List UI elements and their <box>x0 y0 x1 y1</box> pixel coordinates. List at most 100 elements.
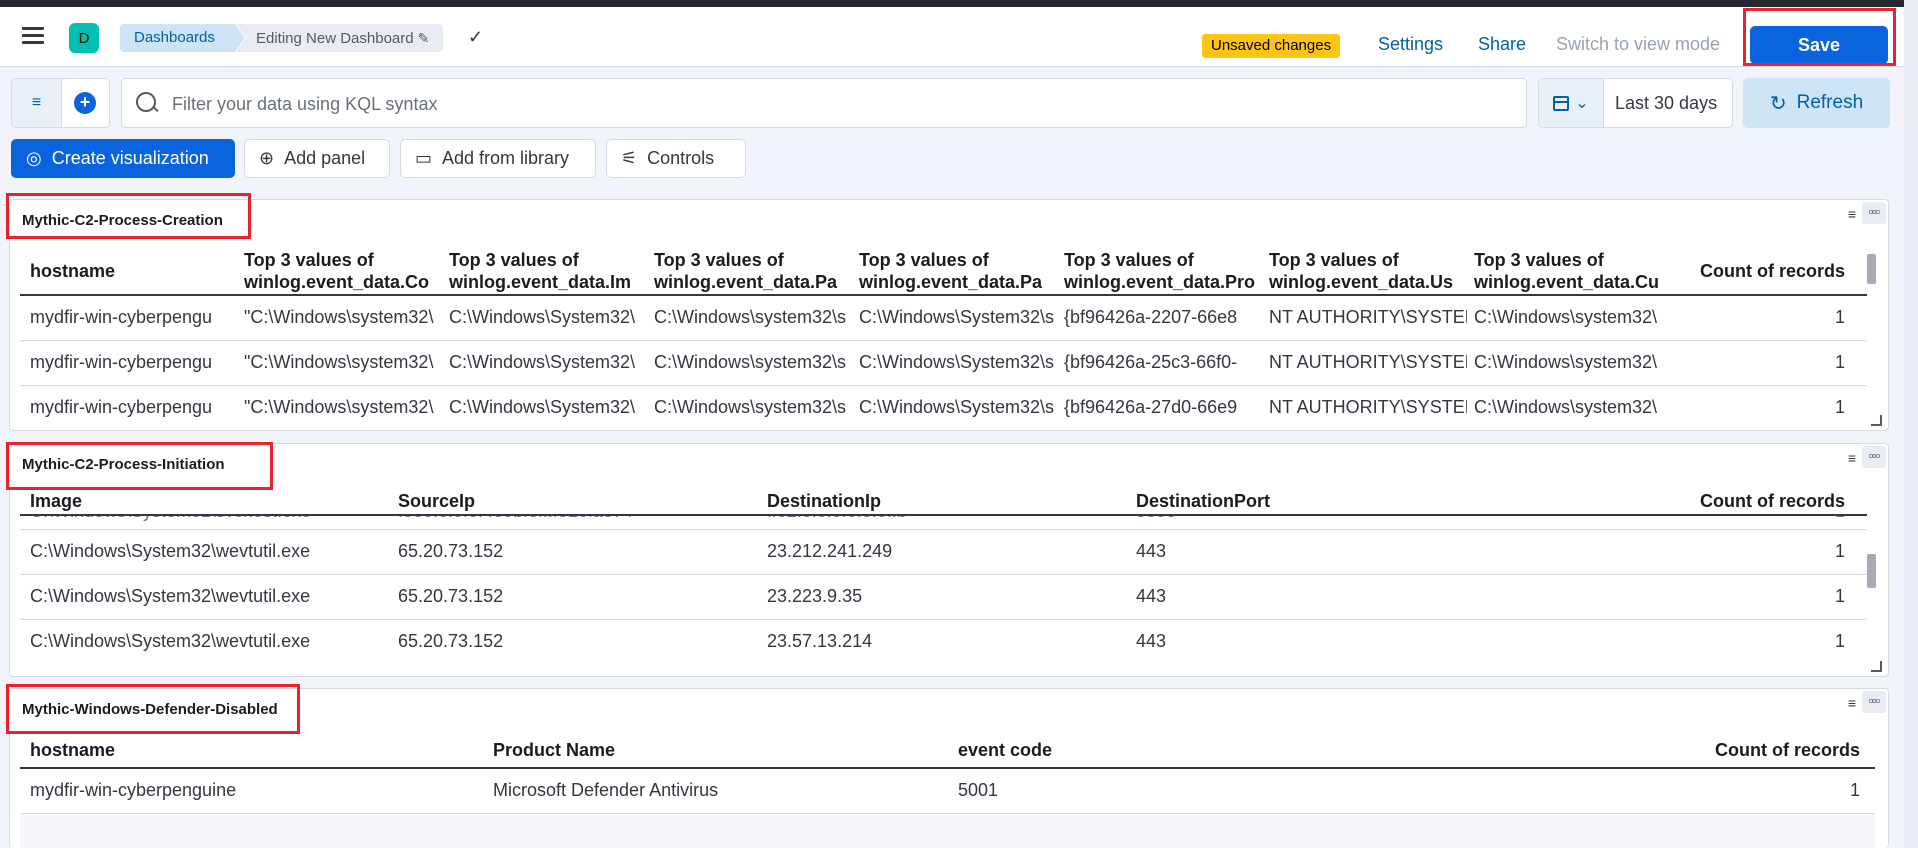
table-cell: 23.57.13.214 <box>767 631 873 651</box>
more-icon[interactable]: ▫▫▫ <box>1862 446 1886 468</box>
column-header[interactable]: Top 3 values of winlog.event_data.Cu <box>1474 249 1664 293</box>
table-cell: 65.20.73.152 <box>398 631 504 651</box>
panel-process-initiation: Mythic-C2-Process-Initiation ≡ ▫▫▫ C:\Wi… <box>9 443 1889 677</box>
table-row[interactable]: mydfir-win-cyberpenguine Microsoft Defen… <box>20 769 1875 814</box>
table-cell: C:\Windows\system32\s <box>654 352 847 372</box>
column-header[interactable]: Top 3 values of winlog.event_data.Pro <box>1064 249 1258 293</box>
refresh-icon: ↻ <box>1769 92 1787 115</box>
table-cell: {bf96426a-25c3-66f0- <box>1064 352 1238 372</box>
calendar-icon <box>1553 95 1570 111</box>
table-row[interactable]: C:\Windows\System32\wevtutil.exe 65.20.7… <box>20 620 1875 665</box>
space-avatar[interactable]: D <box>69 23 99 53</box>
column-header[interactable]: hostname <box>30 260 220 282</box>
column-header[interactable]: hostname <box>30 739 470 761</box>
switch-view-link[interactable]: Switch to view mode <box>1556 34 1720 55</box>
table-cell: NT AUTHORITY\SYSTEM <box>1269 352 1467 372</box>
column-header[interactable]: Image <box>30 490 390 512</box>
calendar-button[interactable]: ⌄ <box>1539 79 1604 127</box>
table-row[interactable]: mydfir-win-cyberpengu "C:\Windows\system… <box>20 296 1875 341</box>
table-header: hostname Product Name event code Count o… <box>20 733 1875 769</box>
plus-circle-icon: ⊕ <box>259 148 275 168</box>
column-header[interactable]: Top 3 values of winlog.event_data.Co <box>244 249 434 293</box>
filter-icon[interactable]: ≡ <box>12 79 62 127</box>
more-icon[interactable]: ▫▫▫ <box>1862 691 1886 713</box>
date-picker: ⌄ Last 30 days <box>1538 78 1733 128</box>
filter-icon[interactable]: ≡ <box>1848 450 1856 466</box>
table-cell: C:\Windows\system32\s <box>654 307 847 327</box>
table-row[interactable]: C:\Windows\System32\wevtutil.exe 65.20.7… <box>20 530 1875 575</box>
resize-handle[interactable] <box>1871 415 1882 426</box>
table-cell: 65.20.73.152 <box>398 586 504 606</box>
table-cell: C:\Windows\System32\ <box>449 307 636 327</box>
breadcrumb-current: Editing New Dashboard ✎ <box>236 24 444 52</box>
breadcrumb-dashboards[interactable]: Dashboards <box>120 24 245 52</box>
column-header[interactable]: Count of records <box>1650 490 1845 512</box>
scrollbar-thumb[interactable] <box>1867 554 1876 588</box>
column-header[interactable]: Top 3 values of winlog.event_data.Im <box>449 249 639 293</box>
table-cell: "C:\Windows\system32\ <box>244 352 434 372</box>
table-row[interactable]: mydfir-win-cyberpengu "C:\Windows\system… <box>20 386 1875 430</box>
table-cell: Microsoft Defender Antivirus <box>493 780 719 800</box>
save-button[interactable]: Save <box>1750 26 1888 64</box>
add-filter-icon[interactable]: + <box>74 92 96 114</box>
add-panel-button[interactable]: ⊕ Add panel <box>244 139 390 178</box>
table-scrollbar[interactable] <box>1867 248 1876 418</box>
column-header[interactable]: Count of records <box>1650 260 1845 282</box>
filter-icon[interactable]: ≡ <box>1848 695 1856 711</box>
table-cell: NT AUTHORITY\SYSTEM <box>1269 307 1467 327</box>
table-cell: 1 <box>1849 780 1860 800</box>
column-header[interactable]: DestinationPort <box>1136 490 1496 512</box>
table-cell: mydfir-win-cyberpengu <box>30 397 213 417</box>
table-cell: C:\Windows\system32\ <box>1474 307 1658 327</box>
column-header[interactable]: Top 3 values of winlog.event_data.Us <box>1269 249 1463 293</box>
top-strip <box>0 0 1918 7</box>
panel-title: Mythic-C2-Process-Creation <box>22 212 223 229</box>
column-header[interactable]: Top 3 values of winlog.event_data.Pa <box>654 249 844 293</box>
settings-link[interactable]: Settings <box>1378 34 1443 55</box>
filter-icon[interactable]: ≡ <box>1848 206 1856 222</box>
column-header[interactable]: event code <box>958 739 1398 761</box>
scrollbar-thumb[interactable] <box>1867 254 1876 284</box>
controls-button[interactable]: ⚟ Controls <box>606 139 746 178</box>
table-cell: {bf96426a-2207-66e8 <box>1064 307 1238 327</box>
add-from-library-button[interactable]: ▭ Add from library <box>400 139 596 178</box>
table-cell: C:\Windows\System32\s <box>859 352 1055 372</box>
resize-handle[interactable] <box>1871 661 1882 672</box>
controls-icon: ⚟ <box>621 148 638 168</box>
data-table: C:\Windows\System32\svchost.exe fe80:0:0… <box>20 488 1875 676</box>
refresh-button[interactable]: ↻ Refresh <box>1743 78 1890 128</box>
refresh-label: Refresh <box>1796 92 1864 113</box>
page-scrollbar[interactable] <box>1904 0 1918 848</box>
date-range[interactable]: Last 30 days <box>1615 93 1717 114</box>
share-link[interactable]: Share <box>1478 34 1526 55</box>
unsaved-badge: Unsaved changes <box>1202 34 1341 58</box>
data-table: hostname Top 3 values of winlog.event_da… <box>20 246 1875 430</box>
check-icon[interactable]: ✓ <box>468 27 483 48</box>
data-table: hostname Product Name event code Count o… <box>20 733 1875 848</box>
create-visualization-button[interactable]: ◎ Create visualization <box>11 139 235 178</box>
table-row[interactable]: mydfir-win-cyberpengu "C:\Windows\system… <box>20 341 1875 386</box>
table-cell: C:\Windows\System32\wevtutil.exe <box>30 586 311 606</box>
table-cell: C:\Windows\System32\ <box>449 352 636 372</box>
table-scrollbar[interactable] <box>1867 488 1876 663</box>
table-cell: 23.212.241.249 <box>767 541 893 561</box>
table-cell: 1 <box>1834 397 1845 417</box>
panel-title: Mythic-C2-Process-Initiation <box>22 456 225 473</box>
table-cell: C:\Windows\system32\ <box>1474 352 1658 372</box>
table-cell: {bf96426a-27d0-66e9 <box>1064 397 1238 417</box>
column-header[interactable]: Product Name <box>493 739 933 761</box>
kql-input[interactable] <box>170 91 1474 117</box>
column-header[interactable]: SourceIp <box>398 490 758 512</box>
menu-icon[interactable] <box>22 27 44 45</box>
panel-process-creation: Mythic-C2-Process-Creation ≡ ▫▫▫ hostnam… <box>9 199 1889 431</box>
table-cell: 23.223.9.35 <box>767 586 863 606</box>
column-header[interactable]: Count of records <box>1650 739 1860 761</box>
pencil-icon[interactable]: ✎ <box>418 30 430 46</box>
column-header[interactable]: Top 3 values of winlog.event_data.Pa <box>859 249 1049 293</box>
add-panel-label: Add panel <box>284 148 366 168</box>
more-icon[interactable]: ▫▫▫ <box>1862 202 1886 224</box>
column-header[interactable]: DestinationIp <box>767 490 1127 512</box>
table-header: Image SourceIp DestinationIp Destination… <box>20 488 1875 516</box>
table-row[interactable]: C:\Windows\System32\wevtutil.exe 65.20.7… <box>20 575 1875 620</box>
table-cell: C:\Windows\System32\wevtutil.exe <box>30 541 311 561</box>
